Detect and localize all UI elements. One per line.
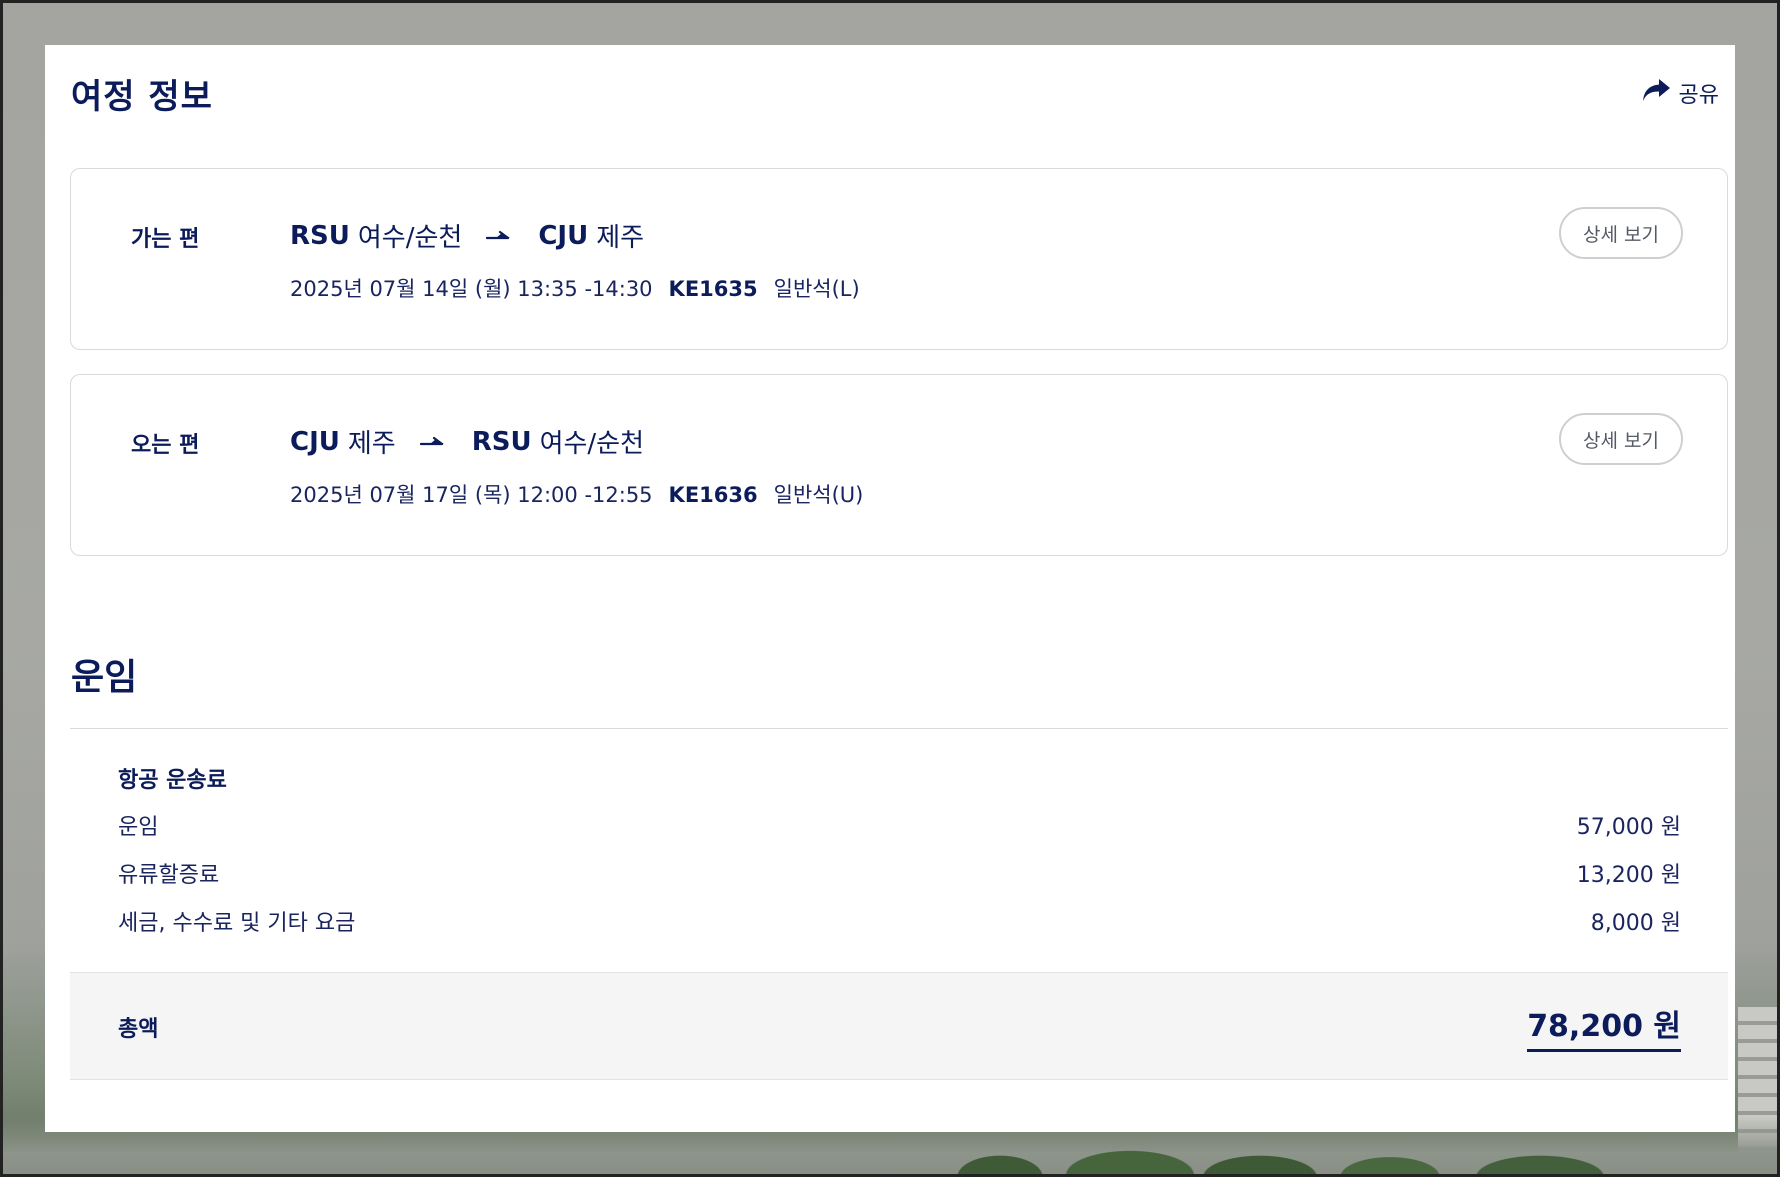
plane-arrow-icon [419, 435, 448, 449]
fare-row-label: 운임 [118, 815, 159, 840]
share-label: 공유 [1678, 83, 1719, 108]
fare-row-label: 세금, 수수료 및 기타 요금 [118, 911, 356, 936]
plane-arrow-icon [486, 229, 514, 243]
outbound-detail-button[interactable]: 상세 보기 [1559, 207, 1683, 259]
destination-code: CJU [538, 220, 589, 251]
inbound-detail-button[interactable]: 상세 보기 [1559, 413, 1683, 465]
flight-datetime: 2025년 07월 14일 (월) 13:35 -14:30 [290, 277, 653, 301]
fare-row-value: 57,000 원 [1576, 815, 1681, 840]
cabin-class: 일반석(U) [773, 483, 864, 507]
share-button[interactable]: 공유 [1641, 77, 1719, 109]
fare-section-title: 항공 운송료 [118, 768, 227, 793]
segment-label: 오는 편 [131, 433, 200, 458]
total-label: 총액 [118, 1017, 159, 1042]
destination-city: 제주 [596, 223, 645, 253]
inbound-segment-card: 오는 편 CJU 제주 RSU 여수/순천 2025년 07월 17일 (목) … [70, 374, 1728, 556]
destination-code: RSU [471, 426, 532, 457]
flight-details: 2025년 07월 17일 (목) 12:00 -12:55 KE1636 일반석(… [290, 479, 863, 509]
fare-row-base: 운임 57,000 원 [118, 805, 1681, 845]
cabin-class: 일반석(L) [773, 277, 860, 301]
destination-city: 여수/순천 [539, 429, 645, 459]
flight-number: KE1636 [668, 483, 758, 507]
fare-divider [70, 728, 1728, 729]
total-value: 78,200 원 [1527, 1001, 1681, 1052]
flight-number: KE1635 [668, 277, 758, 301]
fare-row-fuel-surcharge: 유류할증료 13,200 원 [118, 853, 1681, 893]
route: CJU 제주 RSU 여수/순천 [290, 423, 644, 460]
flight-details: 2025년 07월 14일 (월) 13:35 -14:30 KE1635 일반석(… [290, 273, 860, 303]
total-bar: 총액 78,200 원 [70, 972, 1728, 1080]
fare-row-value: 13,200 원 [1576, 863, 1681, 888]
page-title: 여정 정보 [71, 76, 213, 117]
route: RSU 여수/순천 CJU 제주 [290, 217, 644, 254]
fare-row-value: 8,000 원 [1590, 911, 1681, 936]
fare-row-taxes: 세금, 수수료 및 기타 요금 8,000 원 [118, 901, 1681, 941]
origin-code: RSU [290, 220, 350, 251]
fare-row-label: 유류할증료 [118, 863, 220, 888]
fare-title: 운임 [71, 657, 138, 698]
flight-datetime: 2025년 07월 17일 (목) 12:00 -12:55 [290, 483, 653, 507]
share-arrow-icon [1641, 77, 1671, 109]
origin-code: CJU [290, 426, 340, 457]
origin-city: 여수/순천 [357, 223, 463, 253]
outbound-segment-card: 가는 편 RSU 여수/순천 CJU 제주 2025년 07월 14일 (월) … [70, 168, 1728, 350]
modal-header: 여정 정보 공유 [71, 63, 1719, 123]
segment-label: 가는 편 [131, 227, 200, 252]
itinerary-modal: 여정 정보 공유 가는 편 RSU 여수/순천 CJU 제주 2025년 07월… [45, 45, 1735, 1132]
origin-city: 제주 [347, 429, 396, 459]
